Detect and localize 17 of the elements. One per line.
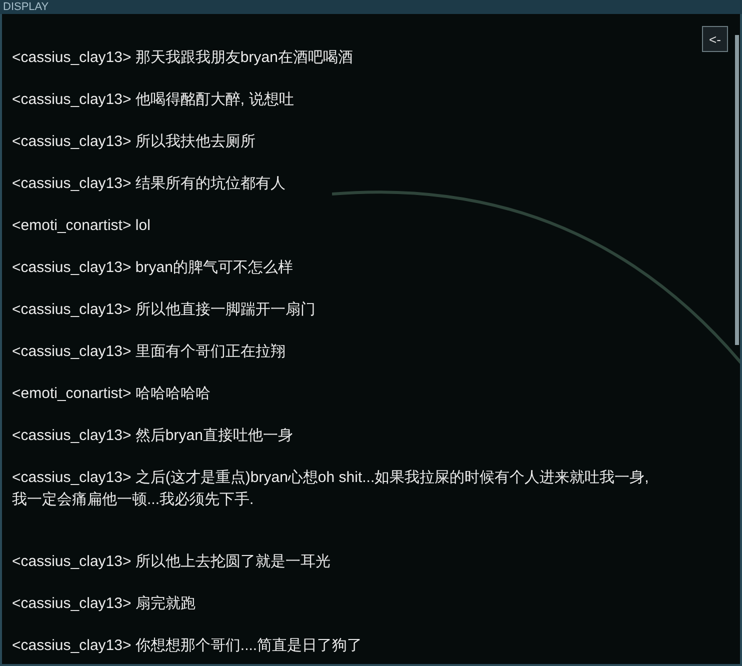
scrollbar-thumb[interactable] (735, 35, 739, 345)
chat-message: <cassius_clay13> 结果所有的坑位都有人 (12, 174, 286, 194)
chat-message: <cassius_clay13> 所以我扶他去厕所 (12, 132, 256, 152)
back-button[interactable]: <- (702, 26, 728, 52)
chat-message: <cassius_clay13> 你想想那个哥们....简直是日了狗了 (12, 636, 364, 656)
chat-message: <cassius_clay13> bryan的脾气可不怎么样 (12, 258, 294, 278)
chat-message: <cassius_clay13> 然后bryan直接吐他一身 (12, 426, 294, 446)
chat-message: <cassius_clay13> 里面有个哥们正在拉翔 (12, 342, 286, 362)
chat-message: <cassius_clay13> 所以他直接一脚踹开一扇门 (12, 300, 316, 320)
chat-message: <emoti_conartist> 哈哈哈哈哈 (12, 384, 212, 404)
panel-title: DISPLAY (3, 1, 49, 13)
chat-message: <emoti_conartist> lol (12, 216, 152, 236)
chat-message: <cassius_clay13> 那天我跟我朋友bryan在酒吧喝酒 (12, 48, 354, 68)
chat-message: <cassius_clay13> 之后(这才是重点)bryan心想oh shit...如果我拉屎的时候有个人进来就吐我一身, 我一定会痛扁他一顿...我必须先下手. (12, 468, 650, 510)
chat-message: <cassius_clay13> 扇完就跑 (12, 594, 196, 614)
chat-message: <cassius_clay13> 他喝得酩酊大醉, 说想吐 (12, 90, 295, 110)
chat-message: <cassius_clay13> 所以他上去抡圆了就是一耳光 (12, 552, 332, 572)
